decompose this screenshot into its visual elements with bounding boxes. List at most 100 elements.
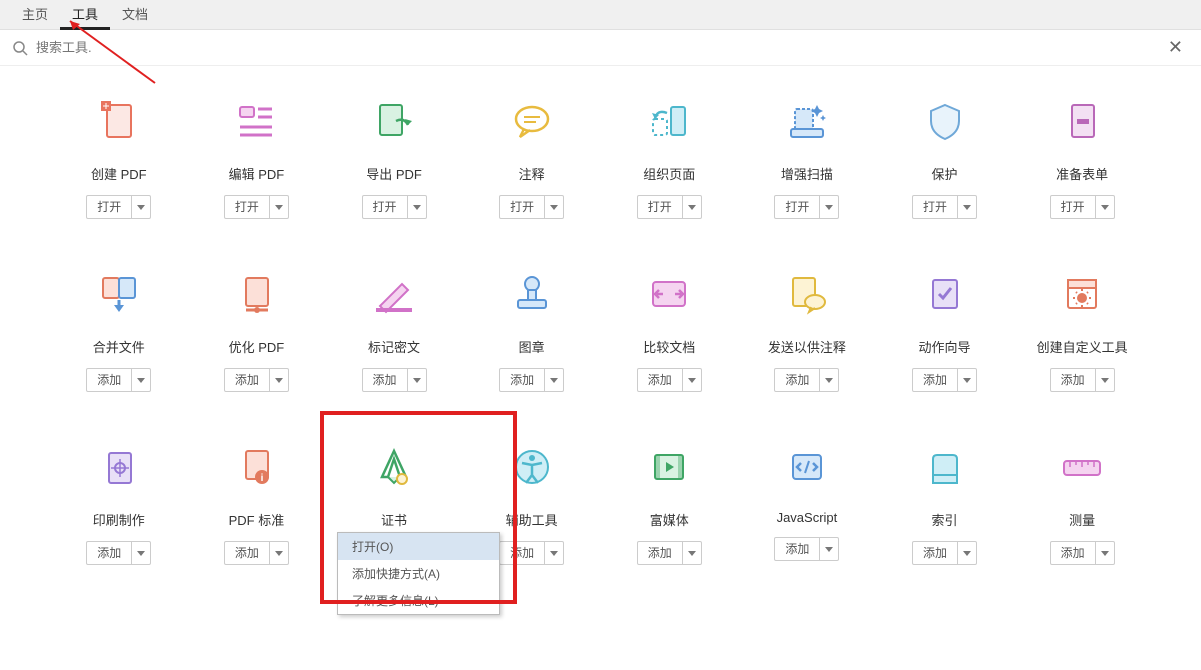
combine-files-icon[interactable] [94, 269, 144, 319]
tool-action-dropdown[interactable] [270, 369, 288, 391]
tool-action-button[interactable]: 打开 [87, 196, 132, 218]
tool-action-dropdown[interactable] [545, 369, 563, 391]
tool-action-dropdown[interactable] [683, 196, 701, 218]
certificates-icon[interactable] [369, 442, 419, 492]
tool-action-dropdown[interactable] [683, 369, 701, 391]
tool-action-dropdown[interactable] [1096, 369, 1114, 391]
tool-action-button[interactable]: 打开 [500, 196, 545, 218]
tool-label: 创建自定义工具 [1037, 337, 1128, 356]
tool-action-dropdown[interactable] [958, 369, 976, 391]
tool-action-button[interactable]: 添加 [638, 542, 683, 564]
tool-action-dropdown[interactable] [545, 542, 563, 564]
tool-action-dropdown[interactable] [683, 542, 701, 564]
tool-label: 增强扫描 [781, 164, 833, 183]
tool-label: 组织页面 [643, 164, 695, 183]
tool-label: 测量 [1069, 510, 1095, 529]
tool-action-button[interactable]: 打开 [225, 196, 270, 218]
tool-action-button[interactable]: 打开 [775, 196, 820, 218]
comment-icon[interactable] [507, 96, 557, 146]
javascript-icon[interactable] [782, 442, 832, 492]
tool-action-dropdown[interactable] [545, 196, 563, 218]
tool-label: 比较文档 [643, 337, 695, 356]
redact-icon[interactable] [369, 269, 419, 319]
tool-action: 添加 [499, 541, 564, 565]
dropdown-add-shortcut[interactable]: 添加快捷方式(A) [338, 560, 499, 587]
tool-action-button[interactable]: 打开 [913, 196, 958, 218]
create-pdf-icon[interactable] [94, 96, 144, 146]
stamp-icon[interactable] [507, 269, 557, 319]
rich-media-icon[interactable] [644, 442, 694, 492]
tool-action-button[interactable]: 添加 [1051, 369, 1096, 391]
tool-action-dropdown[interactable] [270, 542, 288, 564]
tool-action-button[interactable]: 添加 [500, 542, 545, 564]
tool-action-button[interactable]: 添加 [1051, 542, 1096, 564]
edit-pdf-icon[interactable] [231, 96, 281, 146]
tab-tools[interactable]: 工具 [60, 0, 110, 30]
dropdown-open[interactable]: 打开(O) [338, 533, 499, 560]
tool-javascript: JavaScript添加 [748, 442, 866, 565]
tool-label: 图章 [519, 337, 545, 356]
tool-action-dropdown[interactable] [408, 196, 426, 218]
accessibility-icon[interactable] [507, 442, 557, 492]
send-review-icon[interactable] [782, 269, 832, 319]
tool-action-button[interactable]: 添加 [500, 369, 545, 391]
tool-action-button[interactable]: 添加 [225, 542, 270, 564]
tool-action-button[interactable]: 添加 [913, 542, 958, 564]
tool-action-dropdown[interactable] [820, 538, 838, 560]
tool-action-button[interactable]: 添加 [638, 369, 683, 391]
tool-label: 导出 PDF [366, 164, 422, 183]
tool-action: 添加 [1050, 541, 1115, 565]
optimize-pdf-icon[interactable] [231, 269, 281, 319]
dropdown-learn-more[interactable]: 了解更多信息(L) [338, 587, 499, 614]
close-icon[interactable]: ✕ [1162, 37, 1189, 58]
action-wizard-icon[interactable] [920, 269, 970, 319]
tool-action: 添加 [1050, 368, 1115, 392]
tool-optimize-pdf: 优化 PDF 添加 [198, 269, 316, 392]
compare-icon[interactable] [644, 269, 694, 319]
organize-pages-icon[interactable] [644, 96, 694, 146]
tool-action-dropdown[interactable] [1096, 196, 1114, 218]
tool-action-dropdown[interactable] [270, 196, 288, 218]
search-input[interactable] [36, 40, 1162, 55]
tool-action: 打开 [362, 195, 427, 219]
search-icon [12, 40, 28, 56]
tool-action: 打开 [224, 195, 289, 219]
tool-action-dropdown[interactable] [820, 369, 838, 391]
tool-action-dropdown[interactable] [958, 196, 976, 218]
tool-action-dropdown[interactable] [408, 369, 426, 391]
protect-icon[interactable] [920, 96, 970, 146]
tool-action-dropdown[interactable] [820, 196, 838, 218]
tab-home[interactable]: 主页 [10, 0, 60, 30]
tool-index: 索引添加 [886, 442, 1004, 565]
measure-icon[interactable] [1057, 442, 1107, 492]
export-pdf-icon[interactable] [369, 96, 419, 146]
tool-action-button[interactable]: 添加 [913, 369, 958, 391]
tool-action-button[interactable]: 打开 [363, 196, 408, 218]
tool-action-dropdown[interactable] [132, 542, 150, 564]
tool-action-button[interactable]: 添加 [363, 369, 408, 391]
custom-tool-icon[interactable] [1057, 269, 1107, 319]
pdf-standards-icon[interactable]: i [231, 442, 281, 492]
print-production-icon[interactable] [94, 442, 144, 492]
tool-action-dropdown[interactable] [132, 196, 150, 218]
tool-action: 添加 [912, 541, 977, 565]
tool-action-dropdown[interactable] [958, 542, 976, 564]
tool-action-button[interactable]: 添加 [775, 538, 820, 560]
tool-action-button[interactable]: 添加 [87, 542, 132, 564]
tool-action-button[interactable]: 打开 [1051, 196, 1096, 218]
tool-action-button[interactable]: 打开 [638, 196, 683, 218]
tool-action-button[interactable]: 添加 [225, 369, 270, 391]
tool-action-dropdown[interactable] [1096, 542, 1114, 564]
prepare-form-icon[interactable] [1057, 96, 1107, 146]
tool-label: 优化 PDF [229, 337, 285, 356]
index-icon[interactable] [920, 442, 970, 492]
tool-label: PDF 标准 [229, 510, 285, 529]
tool-label: 保护 [932, 164, 958, 183]
enhance-scan-icon[interactable] [782, 96, 832, 146]
tool-action-button[interactable]: 添加 [775, 369, 820, 391]
tool-action-button[interactable]: 添加 [87, 369, 132, 391]
tab-docs[interactable]: 文档 [110, 0, 160, 30]
tool-protect: 保护打开 [886, 96, 1004, 219]
tool-label: 准备表单 [1056, 164, 1108, 183]
tool-action-dropdown[interactable] [132, 369, 150, 391]
